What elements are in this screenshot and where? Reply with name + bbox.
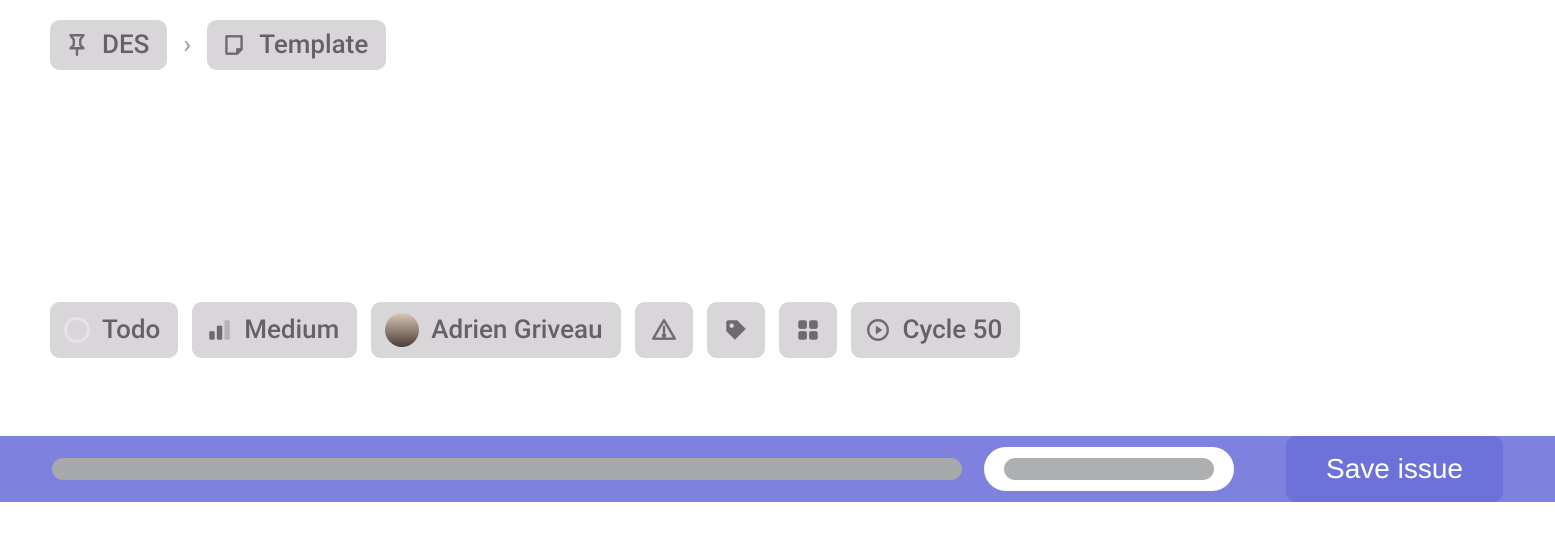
breadcrumb: DES › Template — [50, 20, 386, 70]
project-pill[interactable] — [779, 302, 837, 358]
cycle-label: Cycle 50 — [903, 315, 1003, 345]
cycle-pill[interactable]: Cycle 50 — [851, 302, 1021, 358]
avatar — [385, 313, 419, 347]
priority-label: Medium — [244, 315, 339, 345]
priority-pill[interactable]: Medium — [192, 302, 357, 358]
note-icon — [221, 32, 247, 58]
tag-icon — [723, 317, 749, 343]
footer-toggle[interactable] — [984, 447, 1234, 491]
breadcrumb-project-label: DES — [102, 30, 149, 60]
bars-icon — [206, 317, 232, 343]
circle-icon — [64, 317, 90, 343]
properties-row: Todo Medium Adrien Griveau — [50, 302, 1020, 358]
save-issue-label: Save issue — [1326, 453, 1463, 485]
status-label: Todo — [102, 315, 160, 345]
save-issue-button[interactable]: Save issue — [1286, 436, 1503, 502]
assignee-label: Adrien Griveau — [431, 315, 602, 345]
pin-icon — [64, 32, 90, 58]
status-pill[interactable]: Todo — [50, 302, 178, 358]
placeholder-bar — [1004, 458, 1214, 480]
footer-left-placeholder — [52, 447, 1246, 491]
milestone-pill[interactable] — [635, 302, 693, 358]
breadcrumb-separator: › — [183, 30, 191, 60]
assignee-pill[interactable]: Adrien Griveau — [371, 302, 620, 358]
triangle-alert-icon — [651, 317, 677, 343]
placeholder-bar — [52, 458, 962, 480]
label-pill[interactable] — [707, 302, 765, 358]
breadcrumb-project-pill[interactable]: DES — [50, 20, 167, 70]
grid-icon — [795, 317, 821, 343]
play-circle-icon — [865, 317, 891, 343]
breadcrumb-template-label: Template — [259, 30, 368, 60]
breadcrumb-template-pill[interactable]: Template — [207, 20, 386, 70]
footer-bar: Save issue — [0, 436, 1555, 502]
